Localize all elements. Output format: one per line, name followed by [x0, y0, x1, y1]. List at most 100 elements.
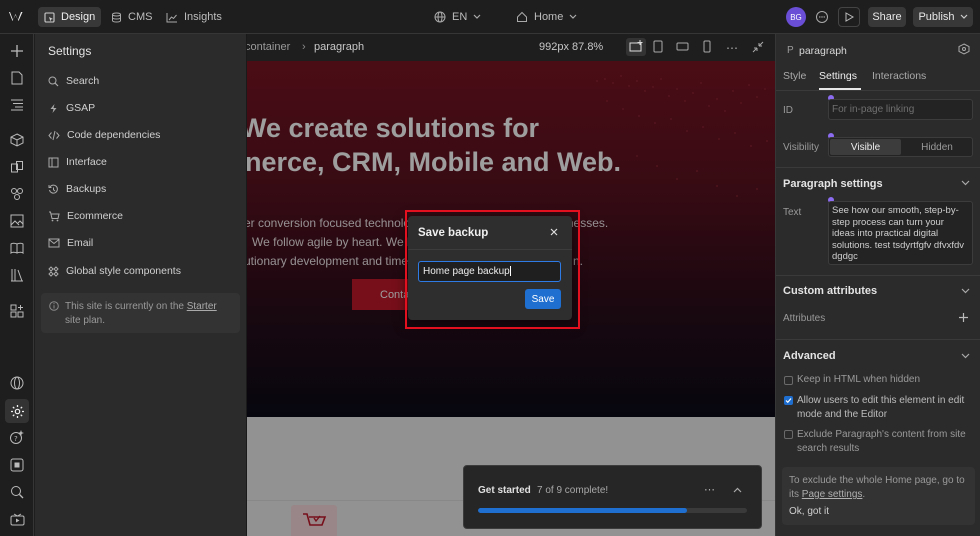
publish-label: Publish — [918, 11, 955, 23]
settings-item-interface[interactable]: Interface — [48, 153, 107, 171]
preview-button[interactable] — [838, 7, 860, 27]
divider — [776, 167, 980, 168]
progress-text: 7 of 9 complete! — [537, 485, 609, 496]
keep-html-checkbox[interactable] — [784, 376, 793, 385]
mobile-breakpoint-icon[interactable] — [703, 40, 711, 53]
settings-item-ecommerce[interactable]: Ecommerce — [48, 207, 123, 225]
settings-item-label: Code dependencies — [67, 129, 161, 141]
home-icon — [516, 11, 528, 23]
component-icon[interactable] — [958, 43, 970, 55]
history-icon — [48, 184, 59, 195]
globe-icon — [434, 11, 446, 23]
check-icon — [785, 398, 792, 404]
settings-icon[interactable] — [5, 399, 29, 423]
mail-icon — [48, 238, 60, 248]
add-icon[interactable] — [8, 42, 26, 60]
publish-button[interactable]: Publish — [913, 7, 973, 27]
assets-icon[interactable] — [8, 212, 26, 230]
apps-icon[interactable] — [8, 302, 26, 320]
chevron-up-icon[interactable] — [733, 487, 742, 493]
navigator-icon[interactable] — [8, 96, 26, 114]
left-toolbar: ? — [0, 34, 34, 536]
help-sparkle-icon[interactable]: ? — [8, 428, 26, 446]
locale-label: EN — [452, 11, 468, 23]
exclude-search-label: Exclude Paragraph's content from site se… — [797, 429, 966, 454]
custom-attributes-heading: Custom attributes — [783, 285, 878, 297]
breadcrumb-container[interactable]: container — [247, 41, 290, 53]
chevron-down-icon[interactable] — [961, 180, 970, 186]
more-options-icon[interactable]: ⋯ — [704, 483, 715, 496]
stop-icon[interactable] — [8, 456, 26, 474]
add-attribute-icon[interactable] — [958, 312, 969, 323]
components-icon[interactable] — [8, 131, 26, 149]
hidden-option[interactable]: Hidden — [902, 139, 972, 155]
id-label: ID — [783, 105, 793, 116]
tab-cms[interactable]: CMS — [105, 7, 158, 27]
divider — [776, 275, 980, 276]
settings-item-search[interactable]: Search — [48, 72, 99, 90]
localization-icon[interactable] — [8, 374, 26, 392]
viewport-size[interactable]: 992px 87.8% — [539, 41, 603, 53]
starter-plan-link[interactable]: Starter — [187, 301, 217, 312]
id-input[interactable]: For in-page linking — [828, 99, 973, 120]
collapse-icon[interactable] — [752, 41, 764, 53]
bolt-icon — [48, 103, 59, 114]
settings-item-gsap[interactable]: GSAP — [48, 99, 95, 117]
progress-fill — [478, 508, 688, 513]
locale-selector[interactable]: EN — [428, 7, 487, 27]
avatar[interactable]: BG — [786, 7, 806, 27]
ok-got-it-button[interactable]: Ok, got it — [789, 506, 829, 517]
text-textarea[interactable]: See how our smooth, step-by-step process… — [828, 201, 973, 265]
styles-icon[interactable] — [8, 185, 26, 203]
page-label: Home — [534, 11, 564, 23]
more-options-icon[interactable]: ⋯ — [726, 41, 738, 55]
chevron-down-icon[interactable] — [961, 353, 970, 359]
search-icon[interactable] — [8, 483, 26, 501]
settings-item-label: Global style components — [66, 265, 181, 277]
tablet-breakpoint-icon[interactable] — [653, 40, 663, 53]
info-icon — [49, 301, 59, 311]
visible-option[interactable]: Visible — [830, 139, 901, 155]
get-started-widget[interactable]: Get started 7 of 9 complete! ⋯ — [463, 465, 762, 529]
settings-title: Settings — [48, 44, 92, 58]
settings-item-label: Email — [67, 237, 94, 249]
chevron-down-icon — [569, 14, 577, 20]
page-selector[interactable]: Home — [510, 7, 583, 27]
chevron-down-icon[interactable] — [961, 288, 970, 294]
library-icon[interactable] — [8, 266, 26, 284]
tab-insights[interactable]: Insights — [160, 7, 228, 27]
chevron-down-icon — [960, 14, 968, 20]
page-settings-link[interactable]: Page settings — [802, 489, 863, 500]
book-icon[interactable] — [8, 239, 26, 257]
tab-design[interactable]: Design — [38, 7, 102, 27]
settings-item-backups[interactable]: Backups — [48, 180, 106, 198]
allow-edit-label: Allow users to edit this element in edit… — [797, 395, 965, 420]
visibility-label: Visibility — [783, 142, 819, 153]
settings-item-label: Interface — [66, 156, 107, 168]
webflow-logo-icon[interactable] — [9, 10, 25, 22]
settings-item-code-dependencies[interactable]: Code dependencies — [48, 126, 160, 144]
breadcrumb-paragraph[interactable]: paragraph — [314, 41, 364, 53]
tab-style[interactable]: Style — [783, 70, 806, 82]
landscape-breakpoint-icon[interactable] — [676, 42, 689, 51]
attributes-label: Attributes — [783, 313, 826, 324]
tab-cms-label: CMS — [128, 11, 153, 23]
divider — [776, 339, 980, 340]
settings-item-email[interactable]: Email — [48, 234, 93, 252]
element-name: paragraph — [799, 45, 847, 57]
video-help-icon[interactable] — [8, 510, 26, 528]
exclude-search-checkbox[interactable] — [784, 430, 793, 439]
settings-item-global-style-components[interactable]: Global style components — [48, 262, 181, 280]
element-type-badge: P — [787, 45, 794, 56]
comments-icon[interactable] — [815, 10, 829, 24]
chevron-down-icon — [473, 14, 481, 20]
tab-interactions[interactable]: Interactions — [872, 70, 926, 82]
tab-settings[interactable]: Settings — [819, 70, 857, 82]
get-started-label: Get started — [478, 485, 531, 496]
share-button[interactable]: Share — [868, 7, 906, 27]
allow-edit-checkbox[interactable] — [784, 396, 793, 405]
variables-icon[interactable] — [8, 158, 26, 176]
canvas-toolbar: container › paragraph 992px 87.8% ⋯ — [247, 34, 775, 61]
pages-icon[interactable] — [8, 69, 26, 87]
desktop-breakpoint-icon[interactable] — [626, 38, 646, 56]
